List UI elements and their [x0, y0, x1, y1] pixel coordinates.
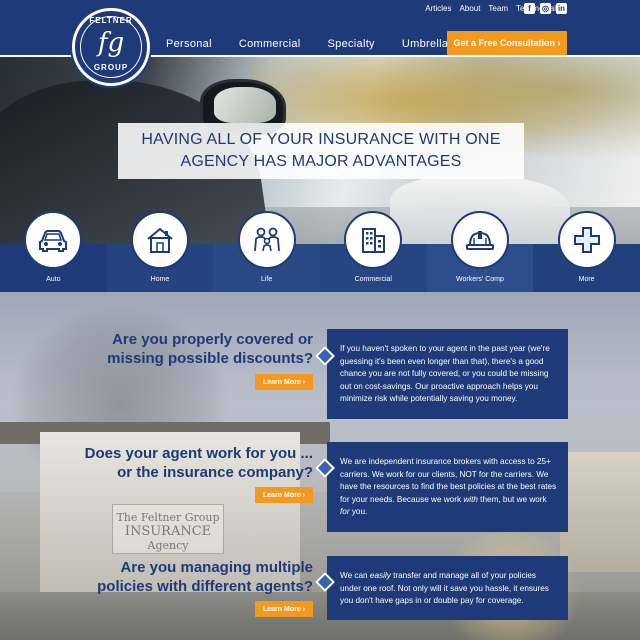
question-coverage: Are you properly covered or missing poss…: [107, 330, 313, 368]
nav-item-personal[interactable]: Personal: [166, 38, 212, 50]
logo-bottom-text: GROUP: [93, 63, 129, 72]
category-auto[interactable]: Auto: [0, 211, 107, 292]
question-agent: Does your agent work for you ... or the …: [85, 444, 313, 482]
question-line: Are you managing multiple: [120, 559, 313, 576]
plus-icon[interactable]: [557, 211, 616, 269]
question-line: Does your agent work for you ...: [84, 445, 313, 462]
category-label: More: [578, 276, 595, 283]
advantages-section: The Feltner Group INSURANCE Agency Are y…: [0, 292, 640, 640]
category-label: Workers' Comp: [456, 276, 504, 283]
main-nav: Personal Commercial Specialty Umbrella: [166, 38, 475, 50]
info-panel-coverage: If you haven't spoken to your agent in t…: [327, 329, 568, 419]
nav-item-specialty[interactable]: Specialty: [328, 38, 375, 50]
utility-link-about[interactable]: About: [460, 4, 481, 13]
learn-more-button[interactable]: Learn More ›: [255, 374, 313, 390]
category-more[interactable]: More: [533, 211, 640, 292]
category-strip: Auto Home Life Commercial Workers' Comp …: [0, 211, 640, 292]
hero-headline: HAVING ALL OF YOUR INSURANCE WITH ONE AG…: [118, 123, 524, 179]
nav-item-umbrella[interactable]: Umbrella: [402, 38, 448, 50]
building-icon[interactable]: [344, 211, 403, 269]
question-line: Are you properly covered or: [112, 331, 313, 348]
category-commercial[interactable]: Commercial: [319, 211, 427, 292]
info-panel-text-part: them, but we work: [477, 494, 547, 504]
utility-link-team[interactable]: Team: [488, 4, 508, 13]
category-label: Commercial: [354, 276, 392, 283]
category-home[interactable]: Home: [106, 211, 214, 292]
house-icon[interactable]: [130, 211, 189, 269]
category-life[interactable]: Life: [213, 211, 320, 292]
question-line: or the insurance company?: [117, 464, 313, 481]
instagram-icon[interactable]: ◎: [540, 3, 551, 14]
utility-link-articles[interactable]: Articles: [425, 4, 451, 13]
hardhat-icon[interactable]: [450, 211, 509, 269]
info-panel-text: We can easily transfer and manage all of…: [340, 570, 558, 608]
info-panel-multiple-policies: We can easily transfer and manage all of…: [327, 556, 568, 620]
logo[interactable]: FELTNER fg GROUP: [72, 8, 150, 86]
hero-mirror-glass: [214, 87, 276, 123]
info-panel-text-part: We can: [340, 571, 370, 580]
question-multiple-policies: Are you managing multiple policies with …: [97, 558, 313, 596]
family-icon[interactable]: [237, 211, 296, 269]
category-workers-comp[interactable]: Workers' Comp: [426, 211, 534, 292]
building-sign: The Feltner Group INSURANCE Agency: [112, 504, 224, 554]
info-panel-emphasis: with: [463, 494, 478, 504]
info-panel-text-part: you.: [349, 507, 368, 517]
learn-more-button[interactable]: Learn More ›: [255, 601, 313, 617]
info-panel-emphasis: for: [340, 507, 350, 517]
logo-top-text: FELTNER: [89, 16, 133, 25]
hero-headline-line2: AGENCY HAS MAJOR ADVANTAGES: [180, 153, 462, 170]
nav-item-commercial[interactable]: Commercial: [239, 38, 301, 50]
question-line: missing possible discounts?: [107, 350, 313, 367]
logo-mark: fg: [97, 28, 125, 58]
question-line: policies with different agents?: [97, 578, 313, 595]
category-label: Home: [150, 276, 170, 283]
free-consultation-button[interactable]: Get a Free Consultation ›: [447, 31, 567, 55]
learn-more-button[interactable]: Learn More ›: [255, 487, 313, 503]
info-panel-text: If you haven't spoken to your agent in t…: [340, 344, 550, 404]
facebook-icon[interactable]: f: [524, 3, 535, 14]
info-panel-text: We are independent insurance brokers wit…: [340, 456, 558, 519]
info-panel-emphasis: easily: [369, 571, 391, 580]
hero-banner: HAVING ALL OF YOUR INSURANCE WITH ONE AG…: [0, 57, 640, 244]
category-label: Auto: [46, 276, 61, 283]
linkedin-icon[interactable]: in: [556, 3, 567, 14]
building-sign-line2: INSURANCE: [124, 524, 212, 539]
building-sign-line3: Agency: [147, 539, 189, 552]
social-links: f ◎ in: [524, 3, 567, 14]
car-icon[interactable]: [24, 211, 83, 269]
info-panel-agent: We are independent insurance brokers wit…: [327, 442, 568, 532]
hero-headline-line1: HAVING ALL OF YOUR INSURANCE WITH ONE: [141, 131, 501, 148]
building-sign-line1: The Feltner Group: [116, 511, 220, 524]
category-label: Life: [260, 276, 273, 283]
